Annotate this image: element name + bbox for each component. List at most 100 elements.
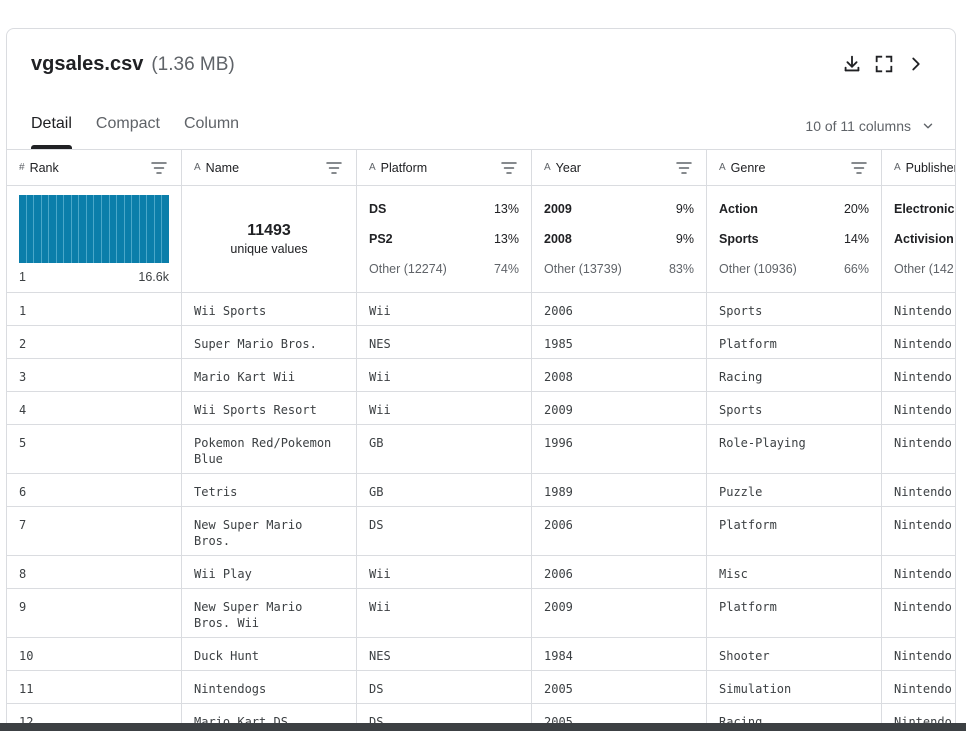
- table-cell: Platform: [707, 589, 882, 637]
- unique-count: 11493: [247, 222, 291, 239]
- table-cell: 1: [7, 293, 182, 325]
- table-cell: GB: [357, 474, 532, 506]
- category-stat: Electronic: [894, 202, 955, 216]
- table-row[interactable]: 2 Super Mario Bros. NES 1985 Platform Nintend…: [7, 326, 955, 359]
- chevron-down-icon: [923, 123, 933, 129]
- tab-column[interactable]: Column: [184, 115, 239, 149]
- sort-icon[interactable]: [326, 161, 342, 175]
- category-stat: Other (142: [894, 262, 955, 276]
- column-count-label: 10 of 11 columns: [805, 118, 911, 134]
- fullscreen-icon[interactable]: [873, 53, 895, 75]
- platform-summary: DS 13% PS2 13% Other (12274) 74%: [357, 186, 532, 292]
- category-stat: PS2 13%: [369, 232, 519, 246]
- name-summary: 11493 unique values: [182, 186, 357, 292]
- category-percent: 20%: [843, 202, 869, 216]
- column-header-label: Publisher: [905, 160, 956, 175]
- histogram-min: 1: [19, 270, 26, 284]
- category-stat: Activision: [894, 232, 955, 246]
- table-cell: Wii: [357, 589, 532, 637]
- table-cell: New Super Mario Bros. Wii: [182, 589, 357, 637]
- table-cell: 4: [7, 392, 182, 424]
- column-type-icon: A: [719, 162, 726, 173]
- column-header-5[interactable]: A Publisher: [882, 150, 956, 185]
- table-row[interactable]: 5 Pokemon Red/Pokemon Blue GB 1996 Role-Play…: [7, 425, 955, 474]
- column-header-0[interactable]: # Rank: [7, 150, 182, 185]
- column-header-3[interactable]: A Year: [532, 150, 707, 185]
- table-cell: Nintendo: [882, 326, 955, 358]
- unique-label: unique values: [230, 242, 308, 256]
- genre-summary: Action 20% Sports 14% Other (10936) 66%: [707, 186, 882, 292]
- category-label: Other (10936): [719, 262, 797, 276]
- table-cell: Mario Kart Wii: [182, 359, 357, 391]
- table-cell: Nintendo: [882, 474, 955, 506]
- table-row[interactable]: 7 New Super Mario Bros. DS 2006 Platform Nint…: [7, 507, 955, 556]
- table-cell: 1985: [532, 326, 707, 358]
- table-row[interactable]: 1 Wii Sports Wii 2006 Sports Nintendo: [7, 293, 955, 326]
- category-label: Activision: [894, 232, 954, 246]
- year-summary: 2009 9% 2008 9% Other (13739) 83%: [532, 186, 707, 292]
- table-cell: 11: [7, 671, 182, 703]
- table-cell: Platform: [707, 507, 882, 555]
- column-selector[interactable]: 10 of 11 columns: [805, 118, 935, 134]
- category-label: Other (13739): [544, 262, 622, 276]
- column-header-1[interactable]: A Name: [182, 150, 357, 185]
- sort-icon[interactable]: [501, 161, 517, 175]
- table-cell: Nintendo: [882, 392, 955, 424]
- table-cell: DS: [357, 671, 532, 703]
- column-header-2[interactable]: A Platform: [357, 150, 532, 185]
- category-percent: 83%: [668, 262, 694, 276]
- table-cell: 2009: [532, 392, 707, 424]
- category-percent: 74%: [493, 262, 519, 276]
- table-row[interactable]: 4 Wii Sports Resort Wii 2009 Sports Nintendo: [7, 392, 955, 425]
- horizontal-scrollbar[interactable]: [0, 723, 966, 731]
- sort-icon[interactable]: [676, 161, 692, 175]
- table-cell: 2006: [532, 556, 707, 588]
- table-row[interactable]: 3 Mario Kart Wii Wii 2008 Racing Nintendo: [7, 359, 955, 392]
- publisher-summary: Electronic Activision Other (142: [882, 186, 955, 292]
- table-cell: 2006: [532, 507, 707, 555]
- table-cell: Duck Hunt: [182, 638, 357, 670]
- rank-histogram[interactable]: [19, 195, 169, 263]
- column-header-label: Platform: [380, 160, 428, 175]
- table-header-row: # Rank A Name A Platform A Year A Genre A Publisher: [7, 150, 956, 186]
- table-row[interactable]: 11 Nintendogs DS 2005 Simulation Nintendo: [7, 671, 955, 704]
- table-cell: Wii: [357, 359, 532, 391]
- category-label: Sports: [719, 232, 759, 246]
- table-row[interactable]: 6 Tetris GB 1989 Puzzle Nintendo: [7, 474, 955, 507]
- table-cell: 8: [7, 556, 182, 588]
- table-cell: 2: [7, 326, 182, 358]
- table-cell: NES: [357, 638, 532, 670]
- histogram-max: 16.6k: [138, 270, 169, 284]
- table-cell: Nintendo: [882, 359, 955, 391]
- file-size: (1.36 MB): [151, 54, 235, 75]
- column-header-label: Name: [205, 160, 240, 175]
- sort-icon[interactable]: [151, 161, 167, 175]
- table-cell: Nintendo: [882, 556, 955, 588]
- column-header-4[interactable]: A Genre: [707, 150, 882, 185]
- tab-detail[interactable]: Detail: [31, 115, 72, 149]
- sort-icon[interactable]: [851, 161, 867, 175]
- column-type-icon: #: [19, 162, 25, 173]
- chevron-right-icon[interactable]: [905, 53, 927, 75]
- table-cell: 5: [7, 425, 182, 473]
- column-type-icon: A: [544, 162, 551, 173]
- table-cell: Racing: [707, 359, 882, 391]
- table-row[interactable]: 8 Wii Play Wii 2006 Misc Nintendo: [7, 556, 955, 589]
- table-row[interactable]: 9 New Super Mario Bros. Wii Wii 2009 Platfor…: [7, 589, 955, 638]
- table-cell: New Super Mario Bros.: [182, 507, 357, 555]
- table-cell: Nintendo: [882, 293, 955, 325]
- table-cell: Wii Play: [182, 556, 357, 588]
- category-label: 2008: [544, 232, 572, 246]
- category-percent: 13%: [493, 202, 519, 216]
- category-label: DS: [369, 202, 387, 216]
- column-header-label: Year: [555, 160, 581, 175]
- table-cell: Puzzle: [707, 474, 882, 506]
- table-cell: 1984: [532, 638, 707, 670]
- table-cell: Nintendo: [882, 425, 955, 473]
- table-cell: 3: [7, 359, 182, 391]
- tab-compact[interactable]: Compact: [96, 115, 160, 149]
- download-icon[interactable]: [841, 53, 863, 75]
- table-cell: Role-Playing: [707, 425, 882, 473]
- table-cell: Nintendogs: [182, 671, 357, 703]
- table-row[interactable]: 10 Duck Hunt NES 1984 Shooter Nintendo: [7, 638, 955, 671]
